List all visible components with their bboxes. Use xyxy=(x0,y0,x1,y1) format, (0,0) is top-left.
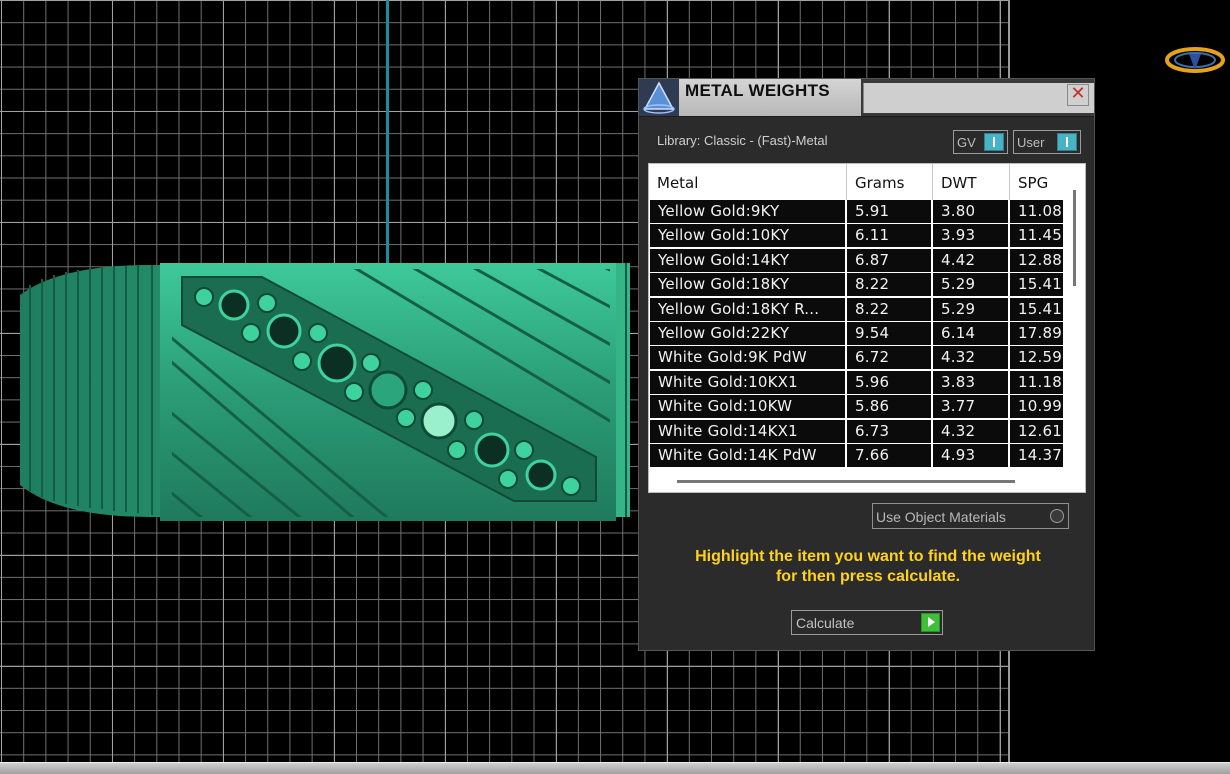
toggle-knob-icon xyxy=(1057,133,1077,151)
cell-spg: 15.41 xyxy=(1010,273,1063,297)
cell-grams: 7.66 xyxy=(847,443,931,467)
column-header-grams[interactable]: Grams xyxy=(847,164,933,200)
cell-dwt: 4.42 xyxy=(933,248,1008,272)
metal-weights-panel: METAL WEIGHTS ✕ Library: Classic - (Fast… xyxy=(638,78,1095,651)
gv-toggle-label: GV xyxy=(957,135,976,150)
toggle-knob-icon xyxy=(984,133,1004,151)
cell-metal: White Gold:10KW xyxy=(650,395,845,419)
cell-metal: White Gold:10KX1 xyxy=(650,370,845,394)
play-icon xyxy=(921,613,940,632)
table-body: Yellow Gold:9KY 5.91 3.80 11.08 Yellow Gold… xyxy=(649,200,1063,468)
table-header: Metal Grams DWT SPG xyxy=(649,164,1063,200)
cell-metal: White Gold:9K PdW xyxy=(650,346,845,370)
table-row[interactable]: Yellow Gold:10KY 6.11 3.93 11.45 xyxy=(649,224,1063,248)
cell-metal: White Gold:14KX1 xyxy=(650,419,845,443)
cell-spg: 12.61 xyxy=(1010,419,1063,443)
cell-dwt: 3.80 xyxy=(933,200,1008,223)
cell-metal: Yellow Gold:14KY xyxy=(650,248,845,272)
gv-toggle[interactable]: GV xyxy=(953,130,1008,154)
column-header-metal[interactable]: Metal xyxy=(649,164,847,200)
radio-icon xyxy=(1050,509,1064,523)
cell-spg: 11.45 xyxy=(1010,224,1063,248)
cell-spg: 15.41 xyxy=(1010,297,1063,321)
use-object-materials-label: Use Object Materials xyxy=(876,509,1006,525)
cell-grams: 6.72 xyxy=(847,346,931,370)
library-label: Library: Classic - (Fast)-Metal xyxy=(657,133,828,148)
table-row[interactable]: White Gold:10KW 5.86 3.77 10.99 xyxy=(649,395,1063,419)
table-row[interactable]: White Gold:10KX1 5.96 3.83 11.18 xyxy=(649,370,1063,395)
close-button[interactable]: ✕ xyxy=(1067,84,1089,106)
table-row[interactable]: Yellow Gold:14KY 6.87 4.42 12.88 xyxy=(649,248,1063,273)
ring-model[interactable] xyxy=(0,255,640,525)
cell-grams: 8.22 xyxy=(847,297,931,321)
cell-metal: Yellow Gold:10KY xyxy=(650,224,845,248)
table-row[interactable]: Yellow Gold:18KY R... 8.22 5.29 15.41 xyxy=(649,297,1063,322)
cell-dwt: 3.83 xyxy=(933,370,1008,394)
calculate-label: Calculate xyxy=(796,615,855,631)
cell-spg: 14.37 xyxy=(1010,443,1063,467)
cell-grams: 8.22 xyxy=(847,273,931,297)
cell-metal: White Gold:14K PdW xyxy=(650,443,845,467)
column-header-dwt[interactable]: DWT xyxy=(933,164,1010,200)
horizontal-scrollbar[interactable] xyxy=(677,480,1015,483)
cell-dwt: 5.29 xyxy=(933,273,1008,297)
instruction-text: Highlight the item you want to find the … xyxy=(659,547,1077,587)
vertical-scrollbar[interactable] xyxy=(1073,190,1076,286)
pyramid-icon xyxy=(639,79,679,116)
column-header-spg[interactable]: SPG xyxy=(1010,164,1063,200)
user-toggle-label: User xyxy=(1017,135,1045,150)
table-row[interactable]: Yellow Gold:22KY 9.54 6.14 17.89 xyxy=(649,321,1063,346)
table-row[interactable]: White Gold:14KX1 6.73 4.32 12.61 xyxy=(649,419,1063,444)
cell-grams: 5.96 xyxy=(847,370,931,394)
cell-grams: 9.54 xyxy=(847,321,931,345)
cell-grams: 6.87 xyxy=(847,248,931,272)
cell-metal: Yellow Gold:18KY xyxy=(650,273,845,297)
cell-dwt: 5.29 xyxy=(933,297,1008,321)
cell-grams: 6.73 xyxy=(847,419,931,443)
panel-title-bar[interactable]: METAL WEIGHTS ✕ xyxy=(639,79,1094,117)
cell-spg: 12.59 xyxy=(1010,346,1063,370)
metal-table[interactable]: Metal Grams DWT SPG Yellow Gold:9KY 5.91 3… xyxy=(648,163,1086,493)
view-compass-icon[interactable] xyxy=(1164,42,1226,78)
instruction-line-1: Highlight the item you want to find the … xyxy=(695,548,1041,565)
cell-dwt: 4.32 xyxy=(933,346,1008,370)
cell-dwt: 3.93 xyxy=(933,224,1008,248)
cell-spg: 17.89 xyxy=(1010,321,1063,345)
table-row[interactable]: White Gold:14K PdW 7.66 4.93 14.37 xyxy=(649,443,1063,468)
table-row[interactable]: White Gold:9K PdW 6.72 4.32 12.59 xyxy=(649,346,1063,370)
cell-spg: 10.99 xyxy=(1010,395,1063,419)
calculate-button[interactable]: Calculate xyxy=(791,610,943,635)
status-strip xyxy=(0,762,1230,774)
cell-dwt: 3.77 xyxy=(933,395,1008,419)
cell-metal: Yellow Gold:9KY xyxy=(650,200,845,223)
cell-metal: Yellow Gold:22KY xyxy=(650,321,845,345)
instruction-line-2: for then press calculate. xyxy=(775,568,961,585)
cell-grams: 5.91 xyxy=(847,200,931,223)
cell-grams: 5.86 xyxy=(847,395,931,419)
user-toggle[interactable]: User xyxy=(1013,130,1081,154)
cell-dwt: 4.32 xyxy=(933,419,1008,443)
cell-dwt: 4.93 xyxy=(933,443,1008,467)
cell-grams: 6.11 xyxy=(847,224,931,248)
cell-spg: 12.88 xyxy=(1010,248,1063,272)
cell-metal: Yellow Gold:18KY R... xyxy=(650,297,845,321)
table-row[interactable]: Yellow Gold:18KY 8.22 5.29 15.41 xyxy=(649,273,1063,297)
cell-spg: 11.08 xyxy=(1010,200,1063,223)
panel-title: METAL WEIGHTS xyxy=(685,81,830,100)
table-row[interactable]: Yellow Gold:9KY 5.91 3.80 11.08 xyxy=(649,200,1063,224)
use-object-materials-toggle[interactable]: Use Object Materials xyxy=(872,503,1069,529)
axis-line xyxy=(386,0,389,268)
title-bar-fill xyxy=(863,83,1094,113)
cell-spg: 11.18 xyxy=(1010,370,1063,394)
cell-dwt: 6.14 xyxy=(933,321,1008,345)
